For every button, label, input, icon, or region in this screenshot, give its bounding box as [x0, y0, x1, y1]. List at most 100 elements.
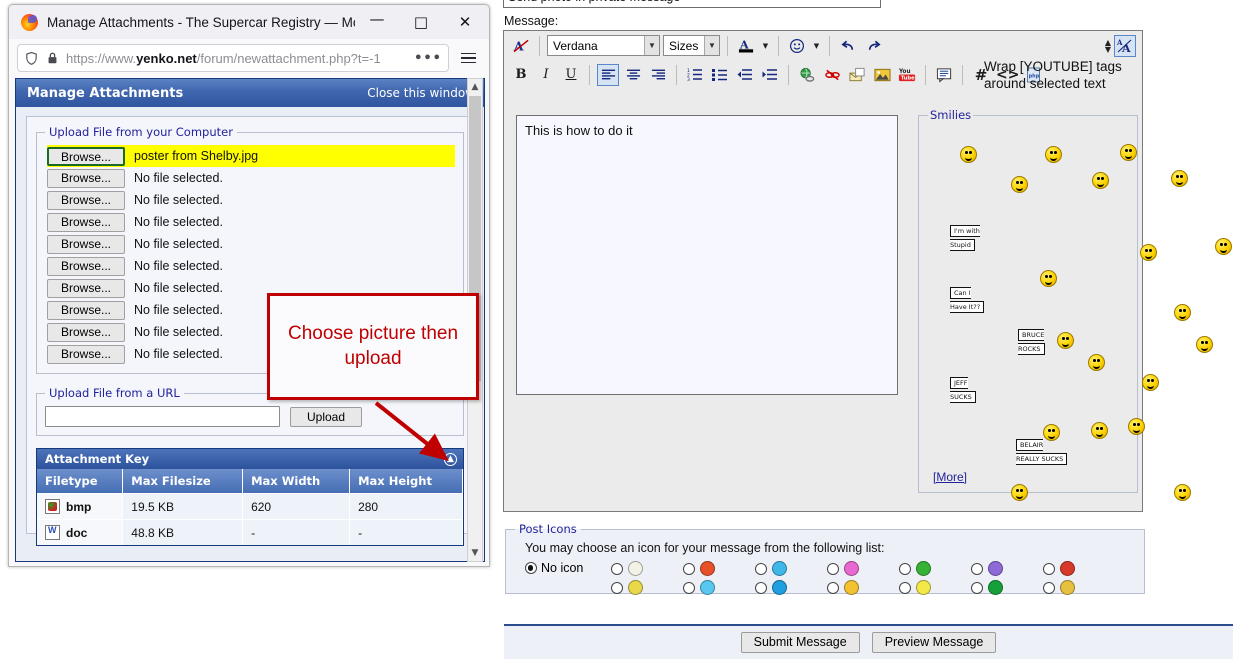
smiley-icon[interactable] [1196, 336, 1213, 354]
post-icon-option[interactable] [971, 578, 1043, 597]
radio-angry-pink-icon[interactable] [827, 562, 839, 575]
ordered-list-icon[interactable]: 123 [684, 64, 706, 86]
browse-button[interactable]: Browse... [47, 256, 125, 276]
sign-smiley-icon[interactable]: JEFF SUCKS [950, 374, 976, 404]
insert-smiley-icon[interactable] [786, 35, 808, 57]
smiley-icon[interactable] [1215, 238, 1232, 256]
maximize-button[interactable]: □ [399, 6, 443, 38]
font-color-dropdown-icon[interactable]: ▼ [760, 35, 771, 57]
radio-smile-icon[interactable] [611, 581, 623, 594]
wink-icon[interactable] [772, 561, 787, 577]
radio-warning-icon[interactable] [827, 581, 839, 594]
smiley-icon[interactable] [1120, 144, 1137, 162]
post-icon-option[interactable] [827, 578, 899, 597]
smiley-icon[interactable] [1092, 172, 1109, 190]
radio-thumbs-down-icon[interactable] [683, 562, 695, 575]
smiley-icon[interactable] [1171, 170, 1188, 188]
smiley-icon[interactable] [1045, 146, 1062, 164]
close-window-link[interactable]: Close this window [367, 86, 475, 100]
smiley-icon[interactable] [1088, 354, 1105, 372]
browse-button[interactable]: Browse... [47, 212, 125, 232]
post-icon-option[interactable] [899, 578, 971, 597]
sign-smiley-icon[interactable]: Can I Have It?? [950, 284, 985, 314]
remove-link-icon[interactable] [821, 64, 843, 86]
smiley-icon[interactable] [1142, 374, 1159, 392]
post-icon-option[interactable] [1043, 578, 1115, 597]
angry-red-icon[interactable] [1060, 561, 1075, 577]
browse-button[interactable]: Browse... [47, 168, 125, 188]
page-actions-button[interactable]: ••• [414, 51, 442, 66]
radio-thumbs-up-icon[interactable] [1043, 581, 1055, 594]
arrow-right-icon[interactable] [988, 580, 1003, 596]
remove-formatting-icon[interactable]: A [510, 35, 532, 57]
radio-question-icon[interactable] [755, 581, 767, 594]
insert-link-icon[interactable] [796, 64, 818, 86]
smiley-icon[interactable] [1128, 418, 1145, 436]
browse-button[interactable]: Browse... [47, 190, 125, 210]
outdent-icon[interactable] [734, 64, 756, 86]
browse-button[interactable]: Browse... [47, 146, 125, 166]
question-icon[interactable] [772, 580, 787, 596]
url-text[interactable]: https://www.yenko.net/forum/newattachmen… [66, 51, 407, 66]
insert-image-icon[interactable] [871, 64, 893, 86]
unhappy-purple-icon[interactable] [988, 561, 1003, 577]
post-icon-option[interactable] [683, 559, 755, 578]
thumbs-down-icon[interactable] [700, 561, 715, 577]
underline-button[interactable]: U [560, 64, 582, 86]
sign-smiley-icon[interactable]: I'm with Stupid [950, 222, 980, 252]
italic-button[interactable]: I [535, 64, 557, 86]
radio-lightbulb-icon[interactable] [899, 581, 911, 594]
file-input-row[interactable]: Browse... No file selected. [47, 211, 455, 233]
smiley-icon[interactable] [1011, 176, 1028, 194]
post-icon-option[interactable] [611, 578, 683, 597]
file-input-row[interactable]: Browse... No file selected. [47, 189, 455, 211]
indent-icon[interactable] [759, 64, 781, 86]
minimize-button[interactable]: — [355, 6, 399, 38]
radio-angry-red-icon[interactable] [1043, 562, 1055, 575]
document-icon[interactable] [628, 561, 643, 577]
message-textarea[interactable]: This is how to do it [516, 115, 898, 395]
unordered-list-icon[interactable] [709, 64, 731, 86]
undo-icon[interactable] [837, 35, 859, 57]
smiley-icon[interactable] [1040, 270, 1057, 288]
smiley-icon[interactable] [1174, 304, 1191, 322]
post-icon-option[interactable] [755, 559, 827, 578]
sign-smiley-icon[interactable]: BRUCE ROCKS [1018, 326, 1045, 356]
sign-smiley-icon[interactable]: BELAIR REALLY SUCKS [1016, 436, 1068, 466]
cool-icon[interactable] [700, 580, 715, 596]
radio-wink-icon[interactable] [755, 562, 767, 575]
lightbulb-icon[interactable] [916, 580, 931, 596]
radio-cool-icon[interactable] [683, 581, 695, 594]
submit-message-button[interactable]: Submit Message [740, 632, 860, 653]
smiley-icon[interactable] [1057, 332, 1074, 350]
smiley-icon[interactable] [1091, 422, 1108, 440]
file-input-row[interactable]: Browse... No file selected. [47, 233, 455, 255]
font-color-icon[interactable]: A [735, 35, 757, 57]
post-icon-option[interactable] [611, 559, 683, 578]
smiley-dropdown-icon[interactable]: ▼ [811, 35, 822, 57]
preview-message-button[interactable]: Preview Message [871, 632, 997, 653]
close-button[interactable]: ✕ [443, 6, 487, 38]
hamburger-menu-icon[interactable] [455, 45, 481, 71]
browse-button[interactable]: Browse... [47, 234, 125, 254]
radio-no-icon[interactable] [525, 562, 537, 575]
browse-button[interactable]: Browse... [47, 322, 125, 342]
post-icon-option[interactable] [683, 578, 755, 597]
resize-editor-icon[interactable]: ▲ ▼ [1105, 39, 1111, 54]
font-size-select[interactable]: Sizes ▼ [663, 35, 720, 56]
url-bar[interactable]: https://www.yenko.net/forum/newattachmen… [17, 44, 449, 72]
bold-button[interactable]: B [510, 64, 532, 86]
redo-icon[interactable] [862, 35, 884, 57]
file-input-row[interactable]: Browse... No file selected. [47, 167, 455, 189]
insert-youtube-icon[interactable]: You Tube [896, 64, 918, 86]
scroll-down-icon[interactable]: ▼ [468, 545, 482, 561]
thumbs-up-icon[interactable] [1060, 580, 1075, 596]
lock-icon[interactable] [46, 51, 59, 65]
smiley-icon[interactable] [1140, 244, 1157, 262]
chevron-down-icon[interactable]: ▼ [704, 36, 719, 55]
align-left-icon[interactable] [597, 63, 619, 86]
scroll-up-icon[interactable]: ▲ [468, 79, 482, 95]
url-input[interactable] [45, 406, 280, 427]
post-icon-option[interactable] [971, 559, 1043, 578]
radio-document-icon[interactable] [611, 562, 623, 575]
